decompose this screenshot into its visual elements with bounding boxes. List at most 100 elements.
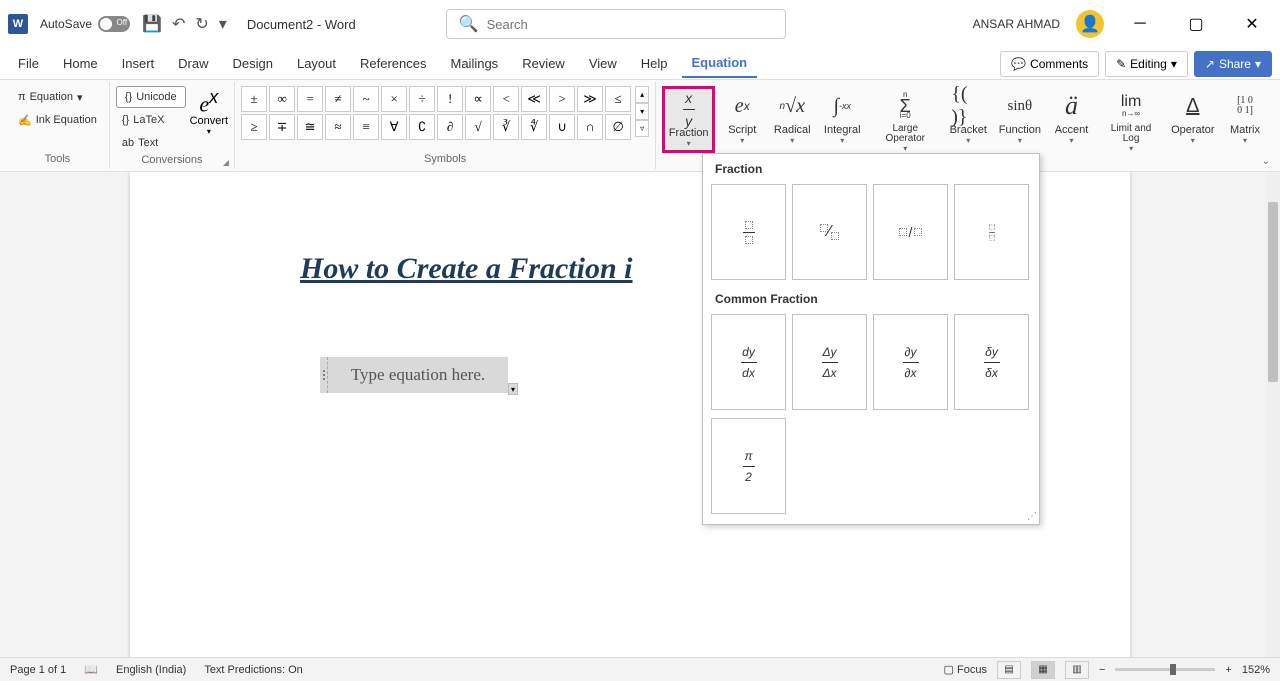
page-indicator[interactable]: Page 1 of 1 xyxy=(10,664,66,676)
fraction-partial-y-x[interactable]: ∂y∂x xyxy=(873,314,948,410)
symbol-button[interactable]: × xyxy=(381,86,407,112)
scroll-up-icon[interactable]: ▴ xyxy=(635,86,649,103)
symbol-button[interactable]: ± xyxy=(241,86,267,112)
web-layout-button[interactable]: ▥ xyxy=(1065,661,1089,679)
tab-help[interactable]: Help xyxy=(631,50,678,77)
symbol-button[interactable]: ≤ xyxy=(605,86,631,112)
tab-equation[interactable]: Equation xyxy=(682,49,758,78)
comments-button[interactable]: 💬Comments xyxy=(1000,51,1099,77)
toggle-icon[interactable]: Off xyxy=(98,16,130,32)
zoom-level[interactable]: 152% xyxy=(1242,664,1270,676)
save-icon[interactable]: 💾 xyxy=(142,14,162,34)
symbol-button[interactable]: ∛ xyxy=(493,114,519,140)
spell-check-icon[interactable]: 📖 xyxy=(84,663,98,676)
zoom-slider[interactable] xyxy=(1115,668,1215,671)
tab-insert[interactable]: Insert xyxy=(112,50,165,77)
fraction-pi-2[interactable]: π2 xyxy=(711,418,786,514)
symbol-button[interactable]: ≈ xyxy=(325,114,351,140)
text-predictions-indicator[interactable]: Text Predictions: On xyxy=(204,664,302,676)
symbol-button[interactable]: ≫ xyxy=(577,86,603,112)
zoom-in-button[interactable]: + xyxy=(1225,664,1231,676)
radical-button[interactable]: n√x Radical ▾ xyxy=(769,86,815,147)
collapse-ribbon-icon[interactable]: ⌄ xyxy=(1262,156,1270,167)
minimize-button[interactable]: ─ xyxy=(1120,9,1160,39)
tab-view[interactable]: View xyxy=(579,50,627,77)
equation-options-icon[interactable]: ▾ xyxy=(508,383,518,395)
symbol-button[interactable]: ∩ xyxy=(577,114,603,140)
scrollbar-thumb[interactable] xyxy=(1268,202,1278,382)
vertical-scrollbar[interactable] xyxy=(1266,172,1280,657)
scroll-down-icon[interactable]: ▾ xyxy=(635,103,649,120)
script-button[interactable]: ex Script ▾ xyxy=(719,86,765,147)
read-mode-button[interactable]: ▤ xyxy=(997,661,1021,679)
share-button[interactable]: ↗Share▾ xyxy=(1194,51,1272,77)
autosave-toggle[interactable]: AutoSave Off xyxy=(40,16,130,32)
symbol-button[interactable]: ∞ xyxy=(269,86,295,112)
tab-review[interactable]: Review xyxy=(512,50,575,77)
symbol-button[interactable]: ∁ xyxy=(409,114,435,140)
accent-button[interactable]: ä Accent ▾ xyxy=(1049,86,1095,147)
symbol-button[interactable]: ≠ xyxy=(325,86,351,112)
symbol-button[interactable]: ≡ xyxy=(353,114,379,140)
symbol-button[interactable]: ∂ xyxy=(437,114,463,140)
equation-button[interactable]: πEquation▾ xyxy=(12,86,103,108)
fraction-stacked[interactable] xyxy=(711,184,786,280)
language-indicator[interactable]: English (India) xyxy=(116,664,186,676)
symbol-button[interactable]: > xyxy=(549,86,575,112)
search-box[interactable]: 🔍 xyxy=(446,9,786,39)
symbol-button[interactable]: ∅ xyxy=(605,114,631,140)
print-layout-button[interactable]: ▦ xyxy=(1031,661,1055,679)
tab-references[interactable]: References xyxy=(350,50,436,77)
tab-layout[interactable]: Layout xyxy=(287,50,346,77)
customize-qat-icon[interactable]: ▾ xyxy=(219,14,227,34)
maximize-button[interactable]: ▢ xyxy=(1176,9,1216,39)
fraction-skewed[interactable]: ∕ xyxy=(792,184,867,280)
fraction-delta-y-x[interactable]: ΔyΔx xyxy=(792,314,867,410)
focus-mode-button[interactable]: ▢ Focus xyxy=(944,663,987,676)
symbol-button[interactable]: ≅ xyxy=(297,114,323,140)
symbol-button[interactable]: ∓ xyxy=(269,114,295,140)
symbol-button[interactable]: ÷ xyxy=(409,86,435,112)
undo-icon[interactable]: ↶ xyxy=(172,14,185,34)
redo-icon[interactable]: ↻ xyxy=(195,14,208,34)
equation-handle-icon[interactable] xyxy=(320,357,328,393)
ink-equation-button[interactable]: ✍Ink Equation xyxy=(12,109,103,131)
editing-mode-button[interactable]: ✎Editing▾ xyxy=(1105,51,1188,77)
tab-design[interactable]: Design xyxy=(223,50,283,77)
fraction-small[interactable] xyxy=(954,184,1029,280)
user-avatar[interactable]: 👤 xyxy=(1076,10,1104,38)
resize-handle-icon[interactable]: ⋰ xyxy=(1027,511,1037,522)
close-button[interactable]: ✕ xyxy=(1232,9,1272,39)
operator-button[interactable]: Δ Operator ▾ xyxy=(1168,86,1218,147)
symbol-button[interactable]: ≪ xyxy=(521,86,547,112)
tab-home[interactable]: Home xyxy=(53,50,108,77)
latex-button[interactable]: {}LaTeX xyxy=(116,109,186,131)
tab-mailings[interactable]: Mailings xyxy=(441,50,509,77)
fraction-linear[interactable]: / xyxy=(873,184,948,280)
function-button[interactable]: sinθ Function ▾ xyxy=(995,86,1044,147)
symbol-button[interactable]: ∜ xyxy=(521,114,547,140)
zoom-out-button[interactable]: − xyxy=(1099,664,1105,676)
symbol-button[interactable]: ≥ xyxy=(241,114,267,140)
symbol-button[interactable]: ∀ xyxy=(381,114,407,140)
fraction-small-delta-y-x[interactable]: δyδx xyxy=(954,314,1029,410)
integral-button[interactable]: ∫-xx Integral ▾ xyxy=(819,86,865,147)
tab-draw[interactable]: Draw xyxy=(168,50,218,77)
symbol-button[interactable]: √ xyxy=(465,114,491,140)
symbol-button[interactable]: ∪ xyxy=(549,114,575,140)
search-input[interactable] xyxy=(487,17,773,32)
equation-placeholder-box[interactable]: Type equation here. ▾ xyxy=(328,357,508,393)
gallery-expand-icon[interactable]: ▿ xyxy=(635,120,649,137)
text-button[interactable]: abText xyxy=(116,132,186,154)
symbol-button[interactable]: ! xyxy=(437,86,463,112)
dialog-launcher-icon[interactable]: ◢ xyxy=(223,158,229,167)
fraction-button[interactable]: xy Fraction ▾ xyxy=(662,86,715,153)
symbol-button[interactable]: ~ xyxy=(353,86,379,112)
symbol-button[interactable]: ∝ xyxy=(465,86,491,112)
bracket-button[interactable]: {( )} Bracket ▾ xyxy=(945,86,991,147)
unicode-button[interactable]: {}Unicode xyxy=(116,86,186,108)
limit-log-button[interactable]: limn→∞ Limit and Log ▾ xyxy=(1099,86,1164,155)
tab-file[interactable]: File xyxy=(8,50,49,77)
symbol-button[interactable]: < xyxy=(493,86,519,112)
convert-button[interactable]: ex Convert ▾ xyxy=(190,86,229,136)
